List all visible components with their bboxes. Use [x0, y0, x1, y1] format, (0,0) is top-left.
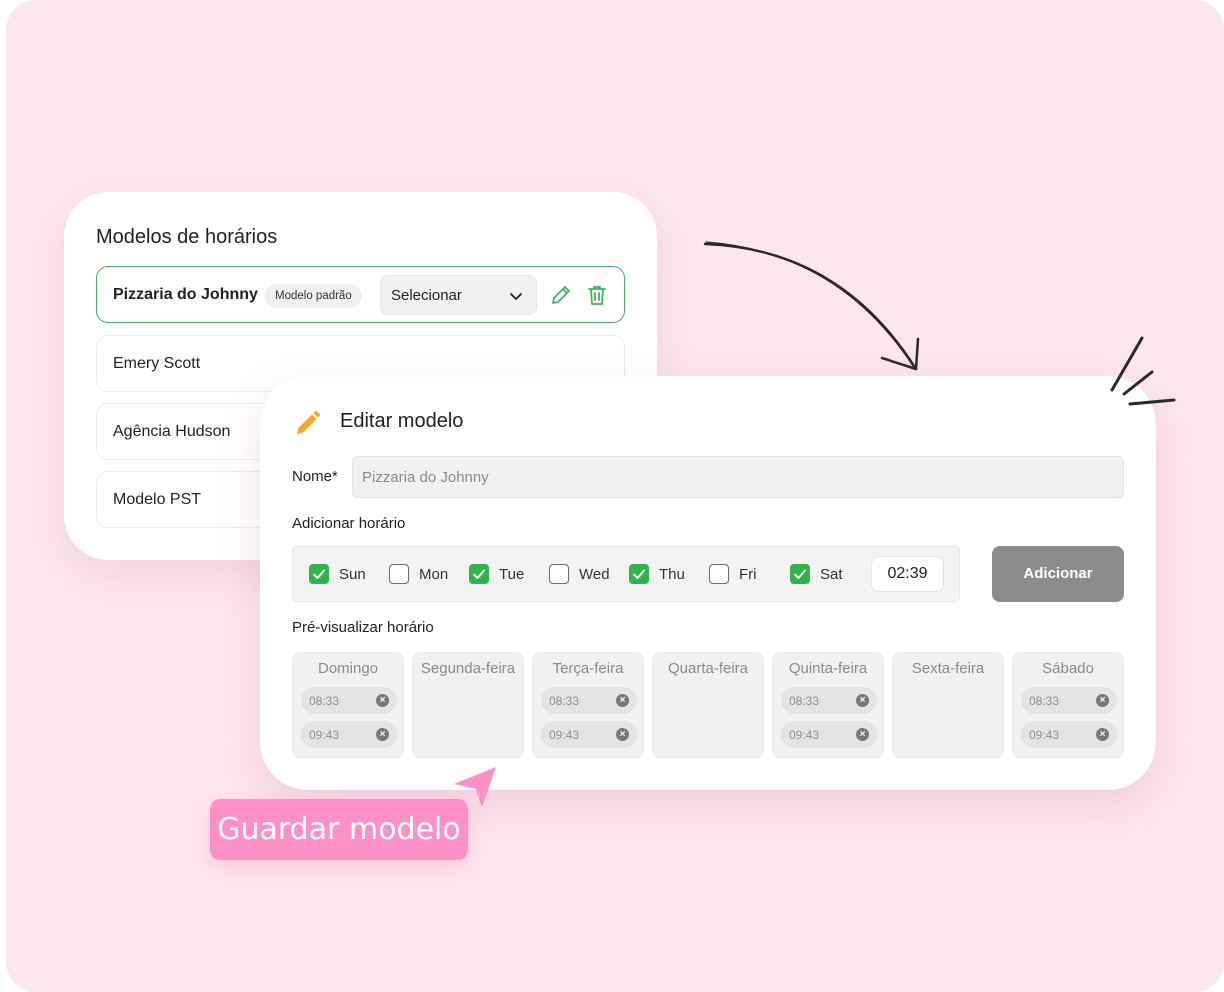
check-icon [473, 569, 485, 579]
time-chip-label: 09:43 [789, 728, 820, 742]
day-label: Thu [659, 566, 685, 583]
day-label: Mon [419, 566, 449, 583]
preview-day-name: Quinta-feira [788, 660, 868, 677]
checkbox-unchecked[interactable] [389, 564, 409, 584]
remove-time-icon[interactable]: × [376, 694, 389, 707]
time-chip: 09:43 × [781, 721, 877, 748]
day-label: Wed [579, 566, 610, 583]
checkbox-checked[interactable] [629, 564, 649, 584]
day-label: Sat [820, 566, 843, 583]
remove-time-icon[interactable]: × [376, 728, 389, 741]
preview-column-wednesday: Quarta-feira [652, 652, 764, 758]
template-name: Pizzaria do Johnny [113, 286, 258, 303]
save-template-button[interactable]: Guardar modelo [210, 799, 468, 860]
remove-time-icon[interactable]: × [616, 728, 629, 741]
preview-day-name: Sábado [1042, 660, 1094, 677]
name-label: Nome* [292, 468, 338, 485]
pencil-icon[interactable] [549, 283, 573, 307]
check-icon [794, 569, 806, 579]
checkbox-unchecked[interactable] [709, 564, 729, 584]
day-label: Tue [499, 566, 525, 583]
chevron-down-icon [510, 293, 522, 300]
remove-time-icon[interactable]: × [1096, 728, 1109, 741]
preview-column-thursday: Quinta-feira 08:33 × 09:43 × [772, 652, 884, 758]
default-template-badge: Modelo padrão [265, 284, 362, 308]
name-field-placeholder: Pizzaria do Johnny [362, 469, 489, 486]
preview-column-friday: Sexta-feira [892, 652, 1004, 758]
day-label: Sun [339, 566, 366, 583]
time-chip: 08:33 × [541, 687, 637, 714]
add-schedule-label: Adicionar horário [292, 515, 406, 532]
time-chip: 08:33 × [781, 687, 877, 714]
edit-template-card: Editar modelo Nome* Pizzaria do Johnny A… [260, 376, 1156, 790]
preview-day-name: Terça-feira [552, 660, 624, 677]
template-name: Emery Scott [113, 355, 201, 372]
remove-time-icon[interactable]: × [856, 694, 869, 707]
edit-template-title: Editar modelo [340, 410, 464, 432]
templates-title: Modelos de horários [96, 226, 278, 248]
template-select[interactable]: Selecionar [380, 275, 537, 315]
day-label: Fri [739, 566, 757, 583]
weekday-selector: Sun Mon Tue Wed Thu Fri Sat 02:39 [292, 546, 960, 602]
time-chip-label: 09:43 [1029, 728, 1060, 742]
remove-time-icon[interactable]: × [856, 728, 869, 741]
time-chip-label: 09:43 [549, 728, 580, 742]
time-chip-label: 08:33 [1029, 694, 1060, 708]
time-chip: 08:33 × [1021, 687, 1117, 714]
check-icon [633, 569, 645, 579]
remove-time-icon[interactable]: × [616, 694, 629, 707]
time-chip: 09:43 × [301, 721, 397, 748]
checkbox-checked[interactable] [790, 564, 810, 584]
preview-column-sunday: Domingo 08:33 × 09:43 × [292, 652, 404, 758]
preview-day-name: Quarta-feira [667, 660, 749, 677]
template-name: Modelo PST [113, 491, 202, 508]
time-chip: 09:43 × [541, 721, 637, 748]
time-chip-label: 08:33 [309, 694, 340, 708]
template-row-active[interactable]: Pizzaria do Johnny Modelo padrão Selecio… [96, 266, 625, 323]
preview-day-name: Segunda-feira [420, 660, 516, 677]
preview-column-monday: Segunda-feira [412, 652, 524, 758]
checkbox-unchecked[interactable] [549, 564, 569, 584]
preview-day-name: Domingo [317, 660, 379, 677]
preview-column-saturday: Sábado 08:33 × 09:43 × [1012, 652, 1124, 758]
time-chip: 09:43 × [1021, 721, 1117, 748]
pencil-icon [297, 411, 320, 434]
time-chip-label: 08:33 [549, 694, 580, 708]
preview-schedule-label: Pré-visualizar horário [292, 619, 434, 636]
sparkle-lines-icon [1110, 336, 1176, 406]
trash-icon[interactable] [585, 283, 609, 307]
checkbox-checked[interactable] [309, 564, 329, 584]
name-field[interactable]: Pizzaria do Johnny [352, 456, 1124, 498]
template-name: Agência Hudson [113, 423, 231, 440]
check-icon [313, 569, 325, 579]
time-chip-label: 09:43 [309, 728, 340, 742]
remove-time-icon[interactable]: × [1096, 694, 1109, 707]
time-chip-label: 08:33 [789, 694, 820, 708]
preview-column-tuesday: Terça-feira 08:33 × 09:43 × [532, 652, 644, 758]
time-input[interactable]: 02:39 [871, 556, 944, 592]
hand-drawn-arrow-icon [703, 241, 920, 371]
add-schedule-button[interactable]: Adicionar [992, 546, 1124, 602]
time-chip: 08:33 × [301, 687, 397, 714]
template-select-value: Selecionar [391, 287, 462, 304]
preview-day-name: Sexta-feira [911, 660, 985, 677]
checkbox-checked[interactable] [469, 564, 489, 584]
